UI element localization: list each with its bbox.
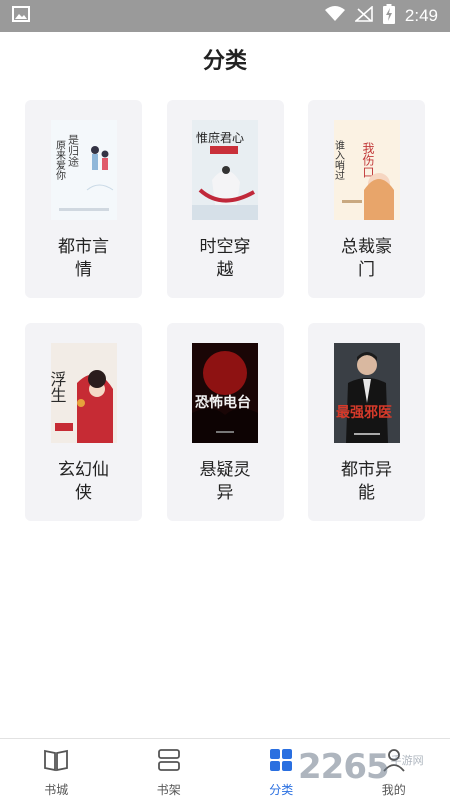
svg-text:惟庶君心: 惟庶君心 [196,130,244,145]
nav-item-bookshelf[interactable]: 书架 [113,739,226,800]
category-label: 悬疑灵异 [199,460,251,503]
book-cover-image: 最强邪医 [333,343,400,443]
category-label: 玄幻仙侠 [58,460,109,503]
book-cover-image: 恐怖电台 [192,343,258,443]
status-bar: 2:49 [0,0,450,32]
category-label: 时空穿越 [199,237,251,280]
watermark-number: 2265 [298,747,390,787]
category-grid-icon [268,747,294,773]
svg-text:是归途: 是归途 [66,134,79,167]
watermark-text: 手游网 [390,754,424,767]
category-card-time-travel[interactable]: 惟庶君心 时空穿越 [166,100,284,298]
svg-text:原来爱你: 原来爱你 [53,140,65,180]
category-card-urban-superpower[interactable]: 最强邪医 都市异能 [308,323,425,521]
svg-text:最强邪医: 最强邪医 [336,404,392,421]
nav-label: 书架 [156,783,181,797]
svg-text:谁入哨过: 谁入哨过 [334,140,345,180]
category-label: 都市言情 [58,237,109,280]
svg-text:恐怖电台: 恐怖电台 [195,394,251,411]
nav-item-bookstore[interactable]: 书城 [0,739,113,800]
category-card-mystery-supernatural[interactable]: 恐怖电台 悬疑灵异 [166,323,284,521]
category-card-urban-romance[interactable]: 原来爱你 是归途 都市言情 [25,100,142,298]
category-label: 都市异能 [341,460,392,503]
gallery-notification-icon [12,6,30,26]
wifi-icon [324,6,345,26]
nav-label: 书城 [44,783,69,797]
nav-label: 分类 [269,783,294,797]
page-title: 分类 [202,49,247,74]
book-cover-image: 原来爱你 是归途 [50,120,117,220]
book-cover-image: 谁入哨过 我伤口 [333,120,400,220]
bookshelf-icon [156,747,182,773]
book-cover-image: 浮生 [50,343,117,443]
svg-text:浮生: 浮生 [51,371,67,403]
status-time: 2:49 [404,6,438,25]
no-signal-icon [353,5,373,26]
svg-text:我伤口: 我伤口 [361,142,375,178]
category-card-fantasy-xianxia[interactable]: 浮生 玄幻仙侠 [25,323,142,521]
book-open-icon [43,747,69,773]
book-cover-image: 惟庶君心 [192,120,258,220]
watermark-logo: 2265 手游网 [298,742,448,792]
category-label: 总裁豪门 [341,237,392,280]
battery-charging-icon [382,4,395,28]
category-grid: 原来爱你 是归途 都市言情 惟庶君心 时空穿越 谁入哨过 我伤口 总裁豪门 浮生… [25,100,425,521]
category-card-ceo-wealthy-family[interactable]: 谁入哨过 我伤口 总裁豪门 [308,100,425,298]
